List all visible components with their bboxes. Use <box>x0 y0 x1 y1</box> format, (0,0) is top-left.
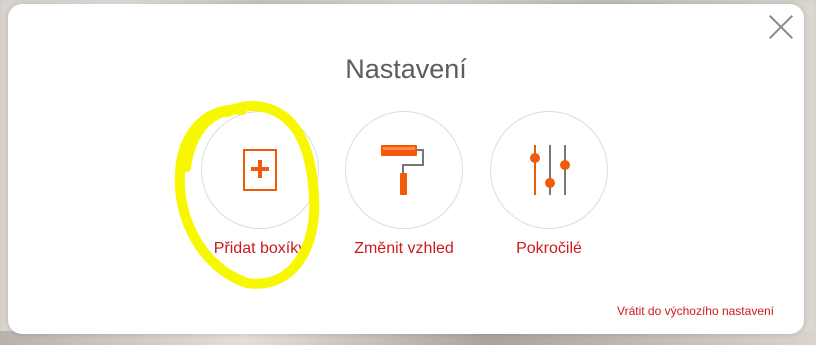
change-look-circle[interactable] <box>345 111 463 229</box>
add-boxes-circle[interactable] <box>201 111 319 229</box>
add-boxes-option[interactable]: Přidat boxíky <box>185 111 335 258</box>
dialog-title: Nastavení <box>345 54 467 84</box>
advanced-option[interactable]: Pokročilé <box>474 111 624 258</box>
change-look-option[interactable]: Změnit vzhled <box>329 111 479 258</box>
advanced-label[interactable]: Pokročilé <box>474 240 624 258</box>
add-boxes-label[interactable]: Přidat boxíky <box>185 240 335 258</box>
settings-dialog: Nastavení Přidat boxíky Změnit vzhled Po… <box>8 4 804 334</box>
sliders-icon <box>530 145 570 195</box>
close-icon[interactable] <box>768 14 794 40</box>
reset-defaults-link[interactable]: Vrátit do výchozího nastavení <box>617 304 774 318</box>
change-look-label[interactable]: Změnit vzhled <box>329 240 479 258</box>
paint-roller-icon <box>381 145 424 195</box>
advanced-circle[interactable] <box>490 111 608 229</box>
add-box-icon <box>243 149 277 191</box>
